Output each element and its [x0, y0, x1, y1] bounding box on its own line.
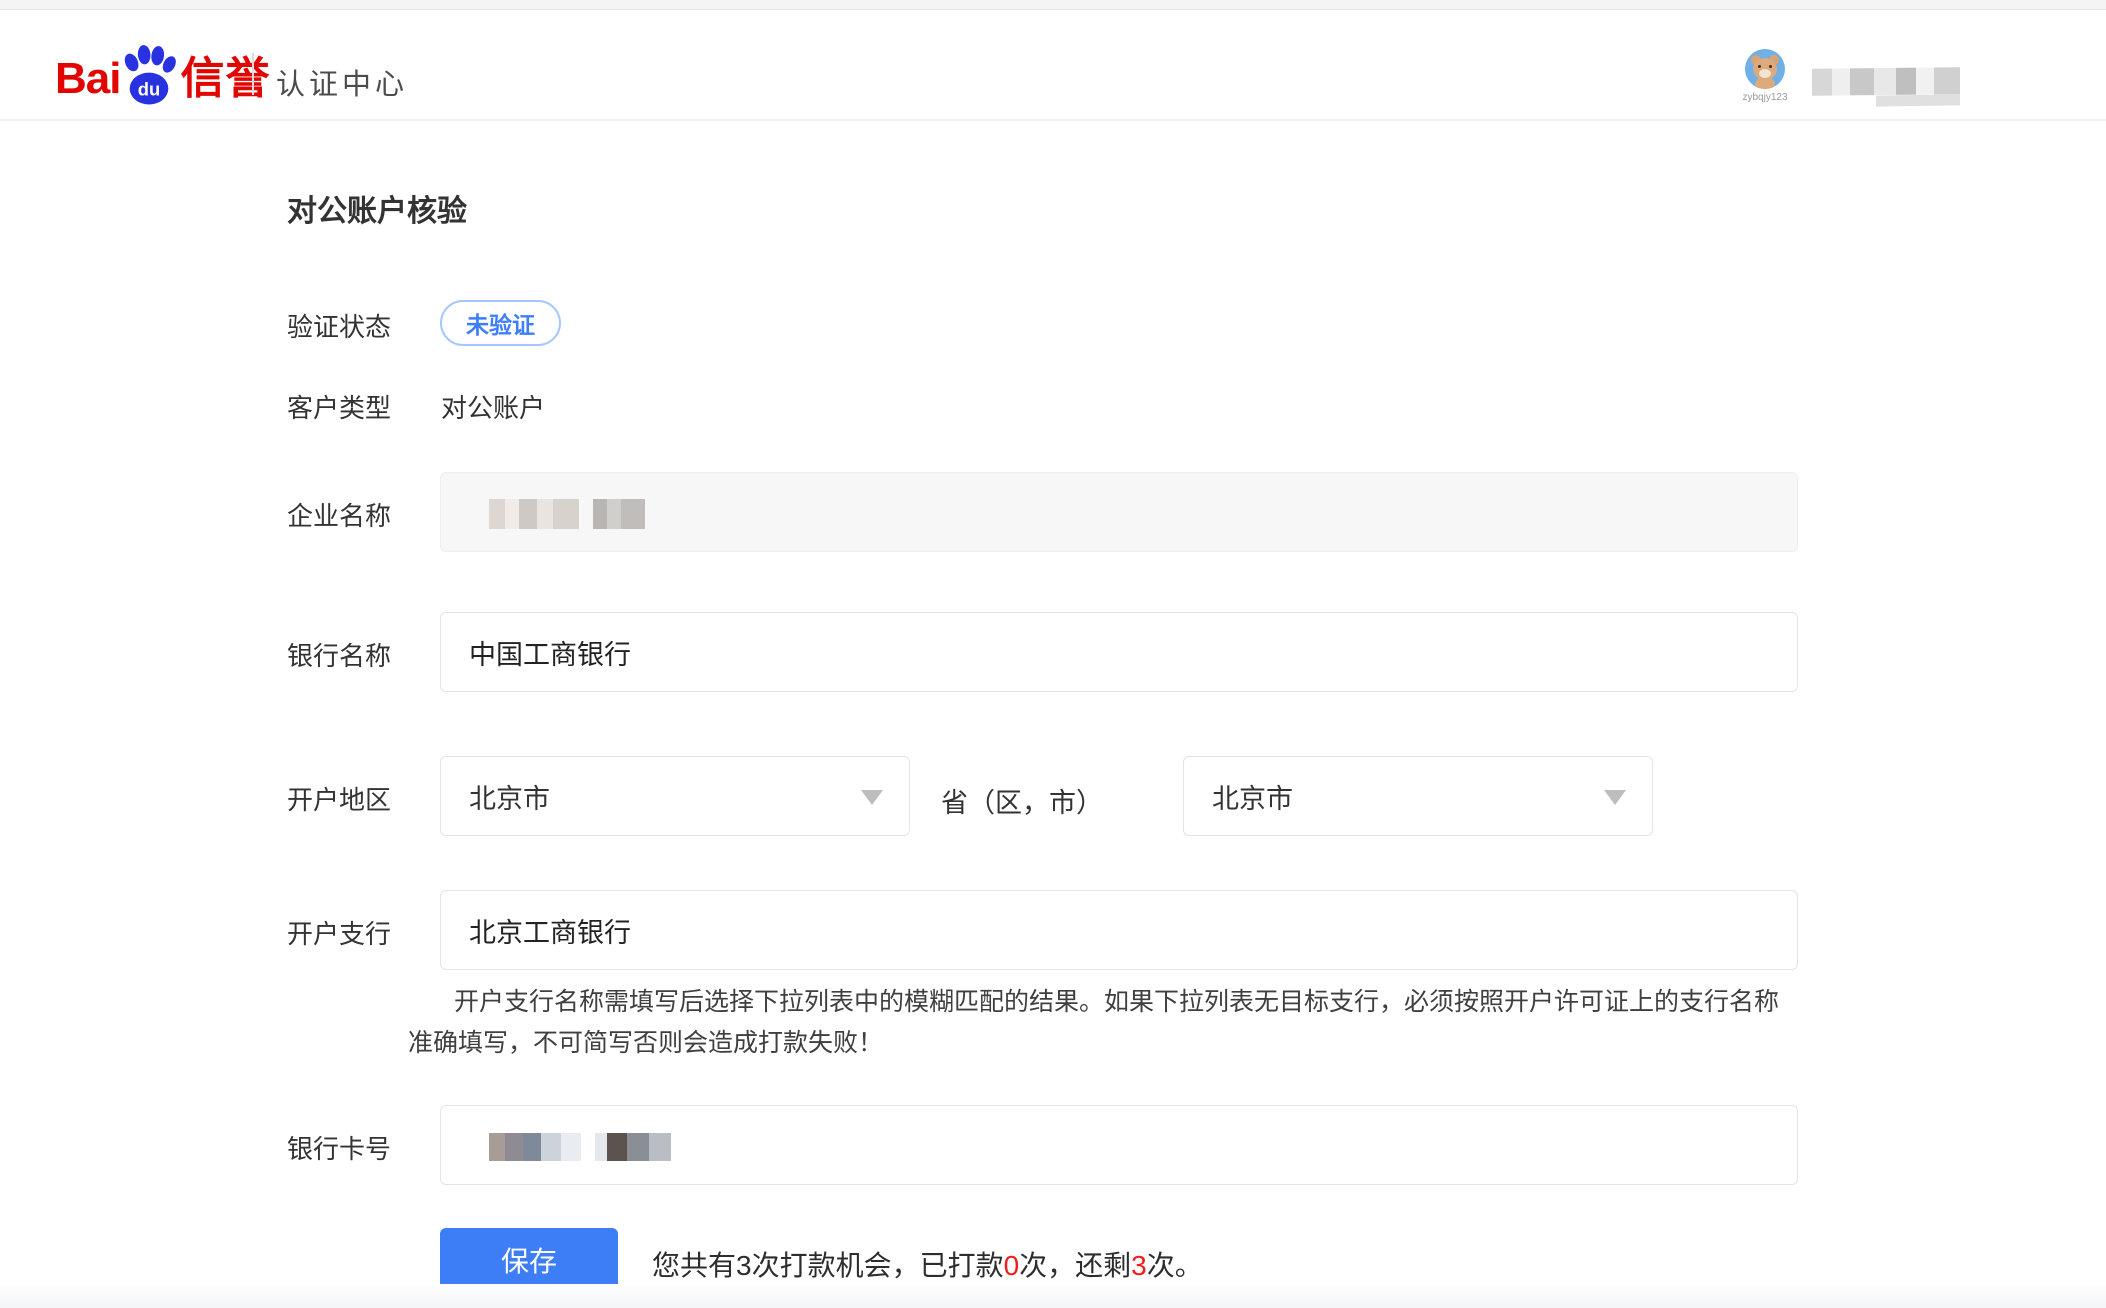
avatar-username: zybqjy123	[1740, 92, 1790, 103]
province-select-value: 北京市	[469, 777, 550, 816]
customer-type-label: 客户类型	[287, 388, 391, 425]
bottom-strip	[0, 1284, 2106, 1308]
redacted-card-number-blur	[489, 1133, 671, 1161]
province-select[interactable]: 北京市	[440, 756, 910, 836]
note-paid-count: 0	[1004, 1250, 1020, 1281]
payment-attempts-note: 您共有3次打款机会，已打款0次，还剩3次。	[652, 1244, 1203, 1284]
branch-hint-text: 开户支行名称需填写后选择下拉列表中的模糊匹配的结果。如果下拉列表无目标支行，必须…	[408, 982, 1800, 1064]
bank-name-input[interactable]	[440, 612, 1798, 692]
logo-text-du: du	[138, 78, 160, 99]
avatar-bear-icon	[1745, 49, 1785, 89]
redacted-account-name-blur	[1812, 67, 1960, 96]
branch-input[interactable]	[440, 890, 1798, 970]
baidu-xinyu-logo[interactable]: Bai du 信誉	[55, 37, 270, 101]
chevron-down-icon	[861, 790, 883, 805]
baidu-paw-icon: du	[120, 45, 178, 107]
header-title: 认证中心	[276, 61, 408, 103]
company-name-field	[440, 472, 1798, 552]
note-text-2: 次，还剩	[1019, 1250, 1131, 1281]
branch-label: 开户支行	[287, 914, 391, 951]
card-number-field[interactable]	[440, 1105, 1798, 1185]
logo-text-xinyu: 信誉	[180, 57, 270, 101]
city-select-value: 北京市	[1212, 777, 1293, 816]
region-label: 开户地区	[287, 780, 391, 817]
page-root: Bai du 信誉 认证中心	[0, 0, 2106, 1308]
customer-type-value: 对公账户	[441, 388, 545, 425]
company-name-label: 企业名称	[287, 496, 391, 533]
status-badge: 未验证	[440, 300, 561, 346]
redacted-account-name-blur-2	[1876, 94, 1960, 106]
status-label: 验证状态	[287, 307, 391, 344]
header-bar: Bai du 信誉 认证中心	[0, 11, 2106, 121]
chevron-down-icon	[1604, 790, 1626, 805]
header-divider	[252, 53, 254, 95]
redacted-company-name-blur	[489, 499, 645, 529]
note-text-1: 您共有3次打款机会，已打款	[652, 1250, 1004, 1281]
region-mid-label: 省（区，市）	[941, 781, 1103, 820]
note-text-3: 次。	[1147, 1250, 1203, 1281]
city-select[interactable]: 北京市	[1183, 756, 1653, 836]
logo-text-bai: Bai	[55, 57, 120, 101]
page-title: 对公账户核验	[287, 186, 467, 230]
top-strip	[0, 0, 2106, 10]
save-button[interactable]: 保存	[440, 1228, 618, 1291]
bank-name-label: 银行名称	[287, 636, 391, 673]
user-avatar[interactable]: zybqjy123	[1740, 49, 1790, 103]
note-left-count: 3	[1131, 1250, 1147, 1281]
card-number-label: 银行卡号	[287, 1129, 391, 1166]
